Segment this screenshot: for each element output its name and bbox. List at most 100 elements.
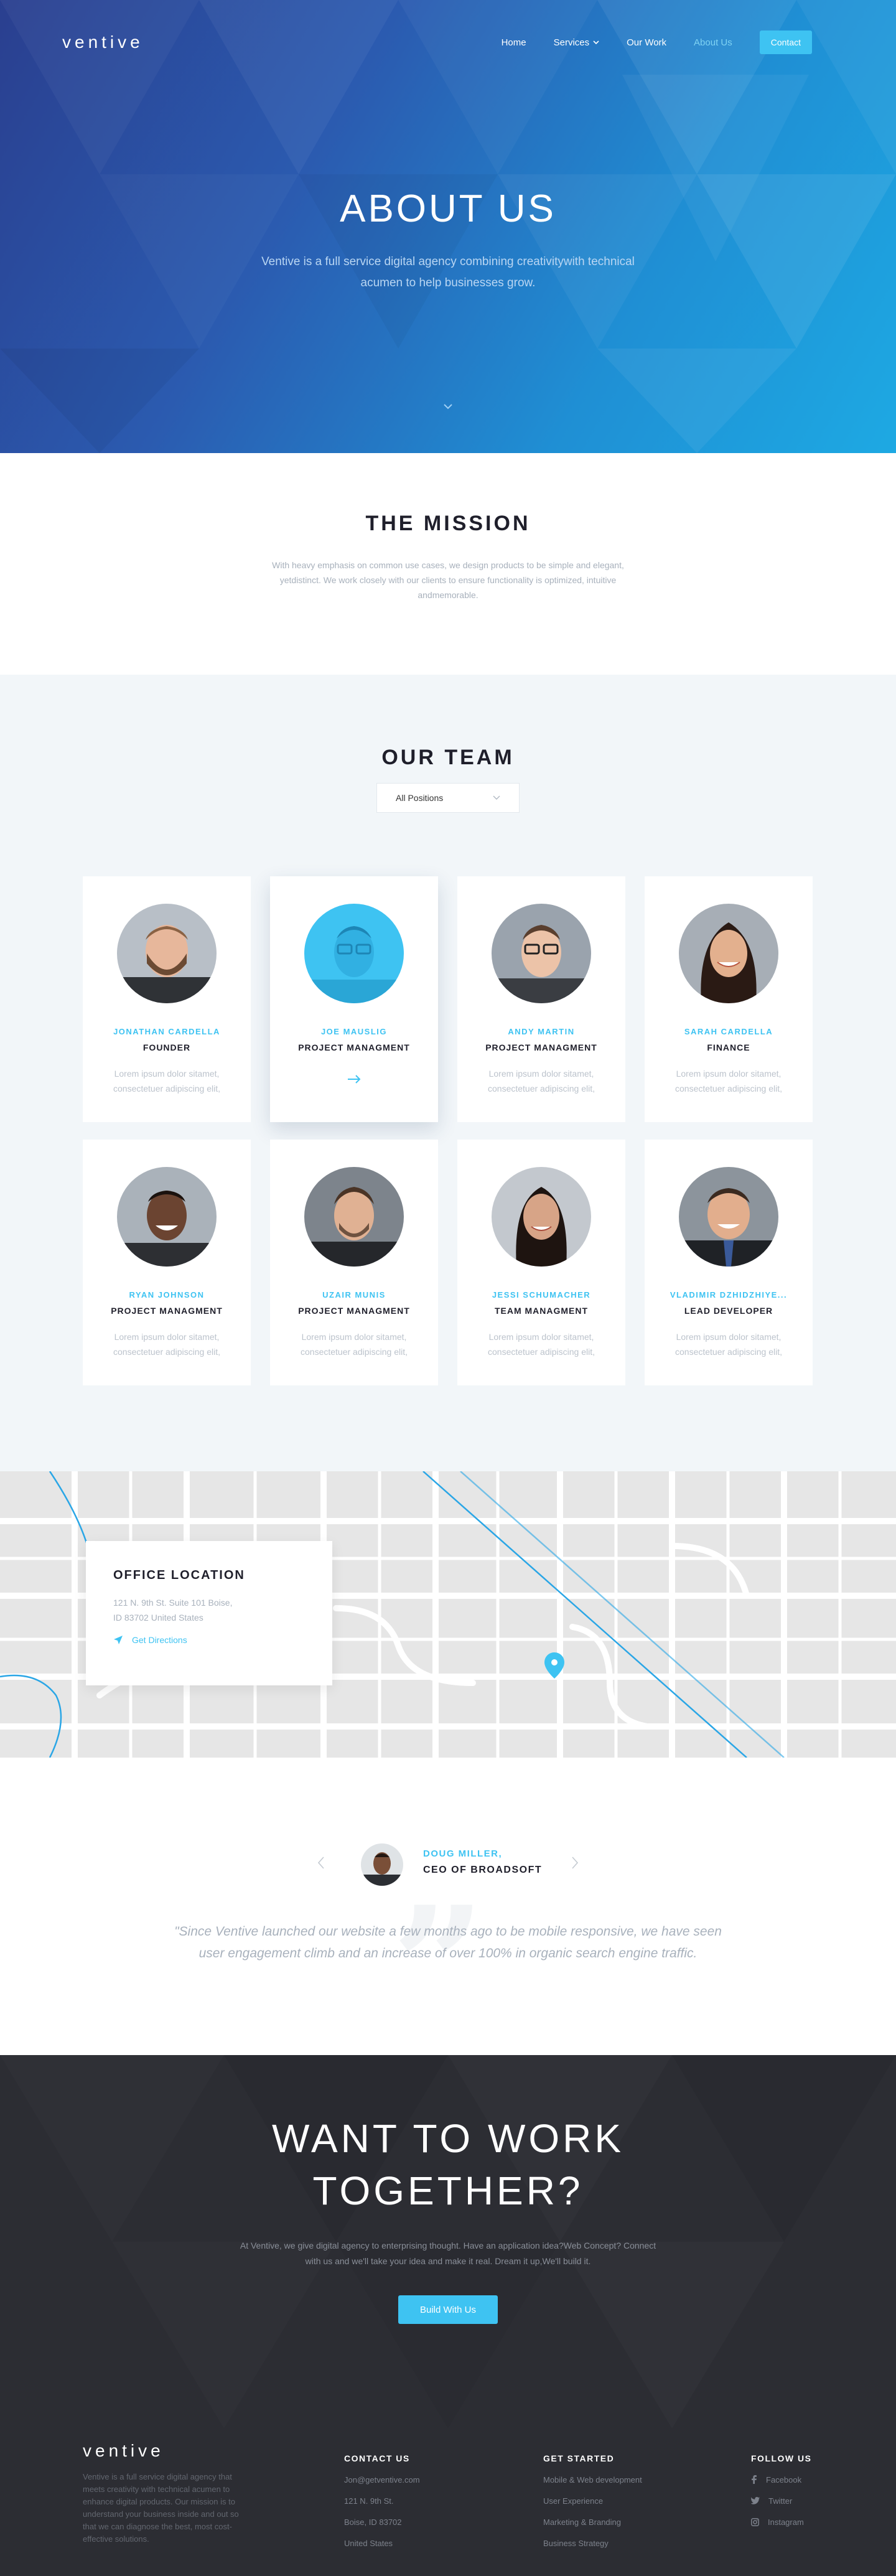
office-map-section[interactable]: OFFICE LOCATION 121 N. 9th St. Suite 101… xyxy=(0,1471,896,1758)
office-address-line-2: ID 83702 United States xyxy=(113,1613,203,1623)
mission-section: THE MISSION With heavy emphasis on commo… xyxy=(0,453,896,675)
footer-social-twitter-label: Twitter xyxy=(768,2496,793,2506)
hero-subtitle: Ventive is a full service digital agency… xyxy=(261,255,635,289)
avatar xyxy=(117,1167,217,1267)
footer-link-user-experience[interactable]: User Experience xyxy=(543,2496,642,2506)
navigation-arrow-icon xyxy=(114,1636,123,1644)
nav-links: Home Services Our Work About Us Contact xyxy=(502,30,812,54)
office-title: OFFICE LOCATION xyxy=(113,1568,245,1582)
avatar xyxy=(117,904,217,1003)
member-name: JESSI SCHUMACHER xyxy=(492,1290,591,1300)
footer-link-marketing-branding[interactable]: Marketing & Branding xyxy=(543,2517,642,2527)
footer-follow-title: FOLLOW US xyxy=(751,2453,812,2463)
team-card[interactable]: JONATHAN CARDELLA FOUNDER Lorem ipsum do… xyxy=(83,876,251,1122)
arrow-right-icon xyxy=(348,1075,361,1084)
hero-section: ventive Home Services Our Work About Us … xyxy=(0,0,896,453)
office-location-card: OFFICE LOCATION 121 N. 9th St. Suite 101… xyxy=(86,1541,332,1685)
footer-get-started-title: GET STARTED xyxy=(543,2453,615,2463)
cta-title-line-1: WANT TO WORK xyxy=(271,2116,625,2161)
member-name: UZAIR MUNIS xyxy=(322,1290,386,1300)
testimonial-section: DOUG MILLER, CEO OF BROADSOFT ” "Since V… xyxy=(0,1758,896,2055)
position-filter-dropdown[interactable]: All Positions xyxy=(376,783,520,813)
member-description: Lorem ipsum dolor sitamet, consectetuer … xyxy=(113,1069,220,1094)
nav-link-our-work[interactable]: Our Work xyxy=(627,37,666,48)
get-directions-link[interactable]: Get Directions xyxy=(113,1635,305,1645)
chevron-left-icon[interactable] xyxy=(316,1856,326,1870)
member-role: PROJECT MANAGMENT xyxy=(111,1306,223,1316)
member-role: FINANCE xyxy=(707,1042,750,1052)
footer-contact-country: United States xyxy=(344,2538,393,2548)
footer-link-business-strategy[interactable]: Business Strategy xyxy=(543,2538,642,2548)
member-name: ANDY MARTIN xyxy=(508,1027,575,1036)
facebook-icon xyxy=(752,2475,757,2484)
member-name: SARAH CARDELLA xyxy=(684,1027,773,1036)
avatar xyxy=(492,1167,591,1267)
contact-button[interactable]: Contact xyxy=(759,30,812,54)
member-role: PROJECT MANAGMENT xyxy=(298,1042,410,1052)
team-card[interactable]: JOE MAUSLIG PROJECT MANAGMENT xyxy=(270,876,438,1122)
map-pin-icon[interactable] xyxy=(544,1652,565,1679)
footer-social-instagram-label: Instagram xyxy=(768,2517,804,2527)
scroll-down-chevron-icon[interactable] xyxy=(441,401,455,412)
team-section: OUR TEAM All Positions JONATHAN CARDELLA… xyxy=(0,675,896,1471)
testimonial-name-comma: , xyxy=(498,1848,503,1859)
nav-link-services-label: Services xyxy=(553,37,590,48)
member-description: Lorem ipsum dolor sitamet, consectetuer … xyxy=(301,1332,408,1357)
top-navigation: ventive Home Services Our Work About Us … xyxy=(62,30,812,55)
instagram-icon xyxy=(751,2517,759,2526)
office-address: 121 N. 9th St. Suite 101 Boise, ID 83702… xyxy=(113,1595,305,1625)
team-card[interactable]: RYAN JOHNSON PROJECT MANAGMENT Lorem ips… xyxy=(83,1140,251,1385)
footer-social-facebook-label: Facebook xyxy=(766,2475,802,2485)
member-name: JONATHAN CARDELLA xyxy=(113,1027,220,1036)
footer-social-facebook[interactable]: Facebook xyxy=(751,2475,812,2485)
footer-link-mobile-web[interactable]: Mobile & Web development xyxy=(543,2475,642,2485)
member-name: JOE MAUSLIG xyxy=(320,1027,388,1036)
member-role: PROJECT MANAGMENT xyxy=(298,1306,410,1316)
member-role: FOUNDER xyxy=(142,1042,191,1052)
cta-title-line-2: TOGETHER? xyxy=(312,2168,584,2213)
nav-link-about-us[interactable]: About Us xyxy=(694,37,732,48)
cta-text: At Ventive, we give digital agency to en… xyxy=(240,2241,656,2266)
member-description: Lorem ipsum dolor sitamet, consectetuer … xyxy=(113,1332,220,1357)
nav-link-services[interactable]: Services xyxy=(554,37,600,48)
get-directions-label: Get Directions xyxy=(132,1635,187,1645)
mission-text: With heavy emphasis on common use cases,… xyxy=(272,560,624,600)
footer-get-started-column: GET STARTED Mobile & Web development Use… xyxy=(543,2453,642,2548)
team-card[interactable]: SARAH CARDELLA FINANCE Lorem ipsum dolor… xyxy=(645,876,813,1122)
twitter-icon xyxy=(751,2497,760,2504)
member-role: PROJECT MANAGMENT xyxy=(485,1042,597,1052)
member-description: Lorem ipsum dolor sitamet, consectetuer … xyxy=(488,1332,595,1357)
footer-logo[interactable]: ventive xyxy=(83,2441,164,2461)
cta-footer-section: WANT TO WORK TOGETHER? At Ventive, we gi… xyxy=(0,2055,896,2576)
position-filter-value: All Positions xyxy=(396,793,444,803)
team-card[interactable]: UZAIR MUNIS PROJECT MANAGMENT Lorem ipsu… xyxy=(270,1140,438,1385)
footer-contact-email[interactable]: Jon@getventive.com xyxy=(344,2475,420,2485)
member-role: TEAM MANAGMENT xyxy=(494,1306,589,1316)
avatar xyxy=(679,1167,778,1267)
member-name: VLADIMIR DZHIDZHIYE... xyxy=(670,1290,788,1300)
nav-link-home[interactable]: Home xyxy=(502,37,526,48)
footer-contact-street: 121 N. 9th St. xyxy=(344,2496,394,2506)
footer-social-twitter[interactable]: Twitter xyxy=(751,2496,812,2506)
footer-contact-city: Boise, ID 83702 xyxy=(344,2517,402,2527)
member-role: LEAD DEVELOPER xyxy=(684,1306,773,1316)
avatar xyxy=(679,904,778,1003)
team-card[interactable]: ANDY MARTIN PROJECT MANAGMENT Lorem ipsu… xyxy=(457,876,625,1122)
footer-contact-column: CONTACT US Jon@getventive.com 121 N. 9th… xyxy=(344,2453,420,2548)
avatar xyxy=(492,904,591,1003)
team-grid: JONATHAN CARDELLA FOUNDER Lorem ipsum do… xyxy=(83,876,813,1385)
member-description: Lorem ipsum dolor sitamet, consectetuer … xyxy=(675,1332,782,1357)
member-description: Lorem ipsum dolor sitamet, consectetuer … xyxy=(675,1069,782,1094)
team-card[interactable]: VLADIMIR DZHIDZHIYE... LEAD DEVELOPER Lo… xyxy=(645,1140,813,1385)
footer-social-instagram[interactable]: Instagram xyxy=(751,2517,812,2527)
team-title: OUR TEAM xyxy=(381,746,515,769)
chevron-right-icon[interactable] xyxy=(570,1856,580,1870)
build-with-us-button[interactable]: Build With Us xyxy=(398,2295,498,2324)
footer-follow-column: FOLLOW US Facebook Twitter Instagram xyxy=(751,2453,812,2527)
office-address-line-1: 121 N. 9th St. Suite 101 Boise, xyxy=(113,1598,233,1608)
member-description: Lorem ipsum dolor sitamet, consectetuer … xyxy=(488,1069,595,1094)
member-arrow[interactable] xyxy=(270,1075,438,1087)
team-card[interactable]: JESSI SCHUMACHER TEAM MANAGMENT Lorem ip… xyxy=(457,1140,625,1385)
testimonial-name: DOUG MILLER, xyxy=(423,1848,502,1859)
ventive-logo[interactable]: ventive xyxy=(62,32,144,52)
